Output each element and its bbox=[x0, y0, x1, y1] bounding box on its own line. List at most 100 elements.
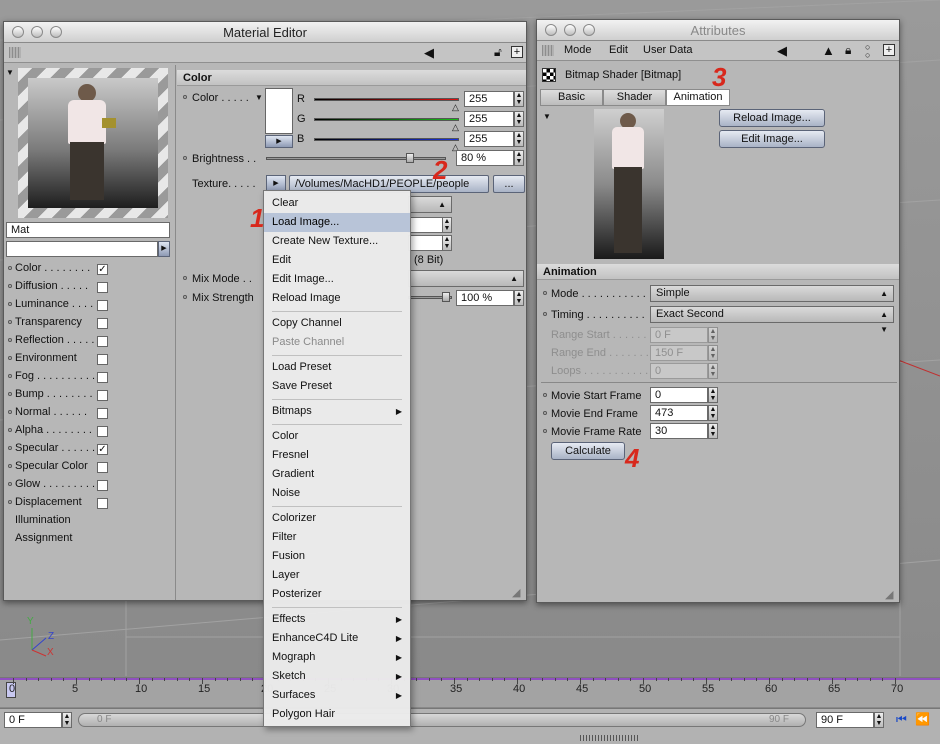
mode-anim-dot[interactable] bbox=[543, 291, 547, 295]
g-spinner[interactable]: ▲ ▼ bbox=[514, 111, 524, 127]
channel-item[interactable]: Glow. . . . . . . . . bbox=[15, 478, 95, 490]
channel-anim-dot[interactable] bbox=[8, 500, 12, 504]
channel-checkbox[interactable] bbox=[97, 426, 108, 437]
timing-combo[interactable]: Exact Second ▲ ▼ bbox=[650, 306, 894, 334]
texture-browse-button[interactable]: ... bbox=[493, 175, 525, 193]
menu-item[interactable]: Gradient bbox=[264, 465, 410, 484]
grip-icon[interactable] bbox=[9, 47, 21, 58]
channel-anim-dot[interactable] bbox=[8, 464, 12, 468]
color-anim-dot[interactable] bbox=[183, 95, 187, 99]
menu-item[interactable]: Color bbox=[264, 427, 410, 446]
attr-up-arrow-icon[interactable]: ▲ bbox=[822, 43, 835, 58]
preview-toggle-arrow-icon[interactable]: ▼ bbox=[543, 112, 551, 121]
mix-strength-anim-dot[interactable] bbox=[183, 295, 187, 299]
material-sub-field[interactable] bbox=[6, 241, 158, 257]
channel-anim-dot[interactable] bbox=[8, 320, 12, 324]
brightness-value-field[interactable]: 80 % bbox=[456, 150, 514, 166]
material-preview[interactable] bbox=[18, 68, 168, 218]
menu-item[interactable]: Create New Texture... bbox=[264, 232, 410, 251]
texture-param-1-spinner[interactable]: ▲ ▼ bbox=[442, 217, 452, 233]
r-slider-thumb-icon[interactable]: △ bbox=[452, 102, 459, 113]
channel-anim-dot[interactable] bbox=[8, 374, 12, 378]
timing-anim-dot[interactable] bbox=[543, 312, 547, 316]
movie-start-anim-dot[interactable] bbox=[543, 393, 547, 397]
channel-anim-dot[interactable] bbox=[8, 410, 12, 414]
reload-image-button[interactable]: Reload Image... bbox=[719, 109, 825, 127]
start-frame-field[interactable]: 0 F bbox=[4, 712, 62, 728]
channel-checkbox[interactable] bbox=[97, 336, 108, 347]
menu-item[interactable]: EnhanceC4D Lite ▶ bbox=[264, 629, 410, 648]
menu-item[interactable]: Filter bbox=[264, 528, 410, 547]
mix-mode-combo[interactable]: ▲▼ bbox=[408, 270, 524, 298]
movie-end-field[interactable]: 473 bbox=[650, 405, 708, 421]
end-frame-spinner[interactable]: ▲ ▼ bbox=[874, 712, 884, 728]
channel-item[interactable]: Transparency bbox=[15, 316, 82, 328]
channel-checkbox[interactable] bbox=[97, 354, 108, 365]
g-value-field[interactable]: 255 bbox=[464, 111, 514, 127]
back-arrow-icon[interactable]: ◀ bbox=[424, 45, 434, 60]
movie-rate-anim-dot[interactable] bbox=[543, 429, 547, 433]
channel-checkbox-checked[interactable]: ✓ bbox=[97, 264, 108, 275]
channel-anim-dot[interactable] bbox=[8, 284, 12, 288]
menu-item[interactable]: Load Preset bbox=[264, 358, 410, 377]
channel-checkbox[interactable] bbox=[97, 318, 108, 329]
channel-anim-dot[interactable] bbox=[8, 428, 12, 432]
menu-item[interactable]: Colorizer bbox=[264, 509, 410, 528]
channel-checkbox[interactable] bbox=[97, 372, 108, 383]
r-spinner[interactable]: ▲ ▼ bbox=[514, 91, 524, 107]
menu-item[interactable]: Copy Channel bbox=[264, 314, 410, 333]
channel-checkbox[interactable] bbox=[97, 408, 108, 419]
attr-link-icon[interactable]: ○ ○ bbox=[865, 43, 870, 60]
unlock-icon[interactable]: 🔓︎ bbox=[494, 45, 502, 60]
menu-item[interactable]: Bitmaps ▶ bbox=[264, 402, 410, 421]
attr-zoom-button[interactable] bbox=[583, 24, 595, 36]
end-frame-field[interactable]: 90 F bbox=[816, 712, 874, 728]
channel-item[interactable]: Environment bbox=[15, 352, 77, 364]
channel-item[interactable]: Diffusion. . . . . bbox=[15, 280, 88, 292]
attr-back-arrow-icon[interactable]: ◀ bbox=[777, 43, 787, 58]
movie-rate-field[interactable]: 30 bbox=[650, 423, 708, 439]
channel-item[interactable]: Displacement bbox=[15, 496, 82, 508]
attr-lock-icon[interactable]: 🔒︎ bbox=[845, 43, 851, 58]
menu-item[interactable]: Load Image... bbox=[264, 213, 410, 232]
movie-start-field[interactable]: 0 bbox=[650, 387, 708, 403]
step-back-icon[interactable]: ⏪ bbox=[915, 712, 930, 726]
menu-item[interactable]: Save Preset bbox=[264, 377, 410, 396]
channel-item[interactable]: Color. . . . . . . . bbox=[15, 262, 90, 274]
close-button[interactable] bbox=[12, 26, 24, 38]
new-panel-icon[interactable]: + bbox=[511, 46, 523, 58]
attributes-titlebar[interactable]: Attributes bbox=[537, 20, 899, 41]
channel-item[interactable]: Normal. . . . . . bbox=[15, 406, 87, 418]
channel-item[interactable]: Specular. . . . . . bbox=[15, 442, 95, 454]
frame-range-slider[interactable]: 0 F 90 F bbox=[78, 713, 806, 727]
attr-new-panel-icon[interactable]: + bbox=[883, 44, 895, 56]
material-editor-titlebar[interactable]: Material Editor bbox=[4, 22, 526, 43]
mix-strength-spinner[interactable]: ▲ ▼ bbox=[514, 290, 524, 306]
channel-checkbox[interactable] bbox=[97, 498, 108, 509]
color-menu-arrow-icon[interactable]: ▼ bbox=[255, 93, 263, 102]
channel-item[interactable]: Fog. . . . . . . . . . bbox=[15, 370, 95, 382]
bottom-grip-icon[interactable] bbox=[580, 735, 640, 741]
attr-grip-icon[interactable] bbox=[542, 45, 554, 56]
menu-item[interactable]: Layer bbox=[264, 566, 410, 585]
attr-resize-grip-icon[interactable]: ◢ bbox=[885, 588, 893, 601]
menu-item[interactable]: Effects ▶ bbox=[264, 610, 410, 629]
start-frame-spinner[interactable]: ▲ ▼ bbox=[62, 712, 72, 728]
channel-item[interactable]: Specular Color bbox=[15, 460, 88, 472]
menu-item[interactable]: Surfaces ▶ bbox=[264, 686, 410, 705]
menu-item[interactable]: Sketch ▶ bbox=[264, 667, 410, 686]
channel-anim-dot[interactable] bbox=[8, 392, 12, 396]
channel-item[interactable]: Alpha. . . . . . . . bbox=[15, 424, 92, 436]
calculate-button[interactable]: Calculate bbox=[551, 442, 625, 460]
channel-item[interactable]: Bump. . . . . . . . bbox=[15, 388, 93, 400]
channel-checkbox[interactable] bbox=[97, 390, 108, 401]
menu-item[interactable]: Polygon Hair bbox=[264, 705, 410, 724]
menu-edit[interactable]: Edit bbox=[609, 44, 628, 56]
material-name-field[interactable]: Mat bbox=[6, 222, 170, 238]
mix-strength-slider-thumb[interactable] bbox=[442, 292, 450, 302]
zoom-button[interactable] bbox=[50, 26, 62, 38]
timeline-ruler[interactable]: 0510152025303540455055606570 bbox=[0, 677, 940, 707]
go-to-start-icon[interactable]: ⏮ bbox=[896, 712, 907, 727]
channel-item[interactable]: Luminance. . . . bbox=[15, 298, 93, 310]
bitmap-preview[interactable] bbox=[594, 109, 664, 259]
